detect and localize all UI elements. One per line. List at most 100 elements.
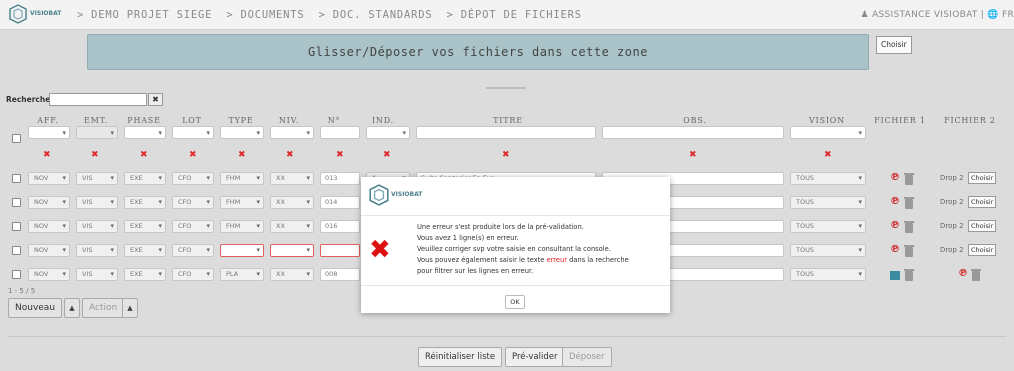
search-clear-button[interactable]: ✖ — [148, 93, 163, 106]
clear-filter-ind-icon[interactable]: ✖ — [383, 150, 391, 160]
clear-filter-titre-icon[interactable]: ✖ — [502, 150, 510, 160]
row-emt-select[interactable]: VIS — [76, 196, 118, 209]
search-input[interactable] — [49, 93, 147, 106]
row-emt-select[interactable]: VIS — [76, 268, 118, 281]
user-name[interactable]: ASSISTANCE VISIOBAT | — [872, 10, 987, 20]
trash-icon[interactable] — [904, 173, 914, 185]
drop2-label[interactable]: Drop 2 — [940, 246, 964, 254]
breadcrumb-doc-standards[interactable]: DOC. STANDARDS — [333, 9, 433, 21]
row-niv-select[interactable]: XX — [270, 220, 314, 233]
col-header-fichier2[interactable]: FICHIER 2 — [942, 116, 998, 125]
choose-file-button[interactable]: Choisir — [968, 244, 997, 256]
row-checkbox[interactable] — [12, 198, 21, 207]
pdf-icon[interactable]: ℗ — [890, 172, 900, 183]
col-header-aff[interactable]: AFF. — [34, 116, 62, 125]
row-lot-select[interactable]: CFO — [172, 268, 214, 281]
trash-icon[interactable] — [904, 221, 914, 233]
filter-aff[interactable] — [28, 126, 70, 139]
row-type-select[interactable]: FHM — [220, 220, 264, 233]
row-checkbox[interactable] — [12, 246, 21, 255]
row-lot-select[interactable]: CFO — [172, 172, 214, 185]
prevalidate-button[interactable]: Pré-valider — [505, 347, 565, 367]
filter-emt[interactable] — [76, 126, 118, 139]
row-phase-select[interactable]: EXE — [124, 172, 166, 185]
row-vision-select[interactable]: TOUS — [790, 268, 866, 281]
clear-filter-niv-icon[interactable]: ✖ — [286, 150, 294, 160]
row-aff-select[interactable]: NOV — [28, 244, 70, 257]
pdf-icon[interactable]: ℗ — [890, 244, 900, 255]
trash-icon[interactable] — [904, 197, 914, 209]
row-lot-select[interactable]: CFO — [172, 220, 214, 233]
row-niv-select[interactable]: XX — [270, 196, 314, 209]
row-vision-select[interactable]: TOUS — [790, 196, 866, 209]
row-emt-select[interactable]: VIS — [76, 172, 118, 185]
row-vision-select[interactable]: TOUS — [790, 244, 866, 257]
row-emt-select[interactable]: VIS — [76, 244, 118, 257]
drop2-label[interactable]: Drop 2 — [940, 198, 964, 206]
row-num-input[interactable]: 013 — [320, 172, 360, 185]
row-type-select[interactable]: FHM — [220, 172, 264, 185]
pdf-icon[interactable]: ℗ — [958, 268, 968, 279]
visiobat-logo[interactable]: VISIOBAT — [8, 4, 66, 26]
row-type-select[interactable]: FHM — [220, 196, 264, 209]
reset-list-button[interactable]: Réinitialiser liste — [418, 347, 503, 367]
row-type-select[interactable] — [220, 244, 264, 257]
row-aff-select[interactable]: NOV — [28, 220, 70, 233]
col-header-lot[interactable]: LOT — [178, 116, 206, 125]
row-niv-select[interactable]: XX — [270, 268, 314, 281]
user-menu[interactable]: ♟ ASSISTANCE VISIOBAT | 🌐 FR — [861, 10, 1014, 20]
row-phase-select[interactable]: EXE — [124, 268, 166, 281]
language-label[interactable]: FR — [1002, 10, 1014, 20]
nouveau-button[interactable]: Nouveau — [8, 298, 63, 318]
filter-titre[interactable] — [416, 126, 596, 139]
col-header-num[interactable]: N° — [322, 116, 346, 125]
clear-filter-lot-icon[interactable]: ✖ — [189, 150, 197, 160]
deposit-button[interactable]: Déposer — [562, 347, 612, 367]
choose-file-button[interactable]: Choisir — [968, 220, 997, 232]
drop2-label[interactable]: Drop 2 — [940, 222, 964, 230]
pdf-icon[interactable]: ℗ — [890, 220, 900, 231]
breadcrumb-project[interactable]: DEMO PROJET SIEGE — [91, 9, 212, 21]
clear-filter-phase-icon[interactable]: ✖ — [140, 150, 148, 160]
filter-phase[interactable] — [124, 126, 166, 139]
trash-icon[interactable] — [904, 245, 914, 257]
col-header-emt[interactable]: EMT. — [80, 116, 112, 125]
row-checkbox[interactable] — [12, 270, 21, 279]
filter-num[interactable] — [320, 126, 360, 139]
filter-vision[interactable] — [790, 126, 866, 139]
row-checkbox[interactable] — [12, 174, 21, 183]
action-button[interactable]: Action — [82, 298, 125, 318]
choose-file-button[interactable]: Choisir — [968, 172, 997, 184]
action-dropdown-icon[interactable]: ▲ — [122, 298, 138, 318]
row-aff-select[interactable]: NOV — [28, 268, 70, 281]
row-num-input[interactable]: 008 — [320, 268, 360, 281]
row-num-input[interactable]: 014 — [320, 196, 360, 209]
col-header-fichier1[interactable]: FICHIER 1 — [874, 116, 926, 125]
choose-file-button[interactable]: Choisir — [876, 36, 912, 54]
row-phase-select[interactable]: EXE — [124, 196, 166, 209]
ok-button[interactable]: OK — [505, 295, 525, 309]
row-aff-select[interactable]: NOV — [28, 196, 70, 209]
col-header-type[interactable]: TYPE — [224, 116, 258, 125]
nouveau-dropdown-icon[interactable]: ▲ — [64, 298, 80, 318]
col-header-niv[interactable]: NIV. — [272, 116, 306, 125]
row-phase-select[interactable]: EXE — [124, 220, 166, 233]
row-emt-select[interactable]: VIS — [76, 220, 118, 233]
clear-filter-type-icon[interactable]: ✖ — [238, 150, 246, 160]
trash-icon[interactable] — [971, 269, 981, 281]
row-niv-select[interactable] — [270, 244, 314, 257]
col-header-ind[interactable]: IND. — [368, 116, 398, 125]
filter-ind[interactable] — [366, 126, 410, 139]
drop2-label[interactable]: Drop 2 — [940, 174, 964, 182]
filter-niv[interactable] — [270, 126, 314, 139]
row-num-input[interactable]: 016 — [320, 220, 360, 233]
row-type-select[interactable]: PLA — [220, 268, 264, 281]
row-phase-select[interactable]: EXE — [124, 244, 166, 257]
filter-obs[interactable] — [602, 126, 784, 139]
row-num-input[interactable] — [320, 244, 360, 257]
trash-icon[interactable] — [904, 269, 914, 281]
pdf-icon[interactable]: ℗ — [890, 196, 900, 207]
clear-filter-obs-icon[interactable]: ✖ — [689, 150, 697, 160]
file-dropzone[interactable]: Glisser/Déposer vos fichiers dans cette … — [87, 34, 869, 70]
row-lot-select[interactable]: CFO — [172, 196, 214, 209]
